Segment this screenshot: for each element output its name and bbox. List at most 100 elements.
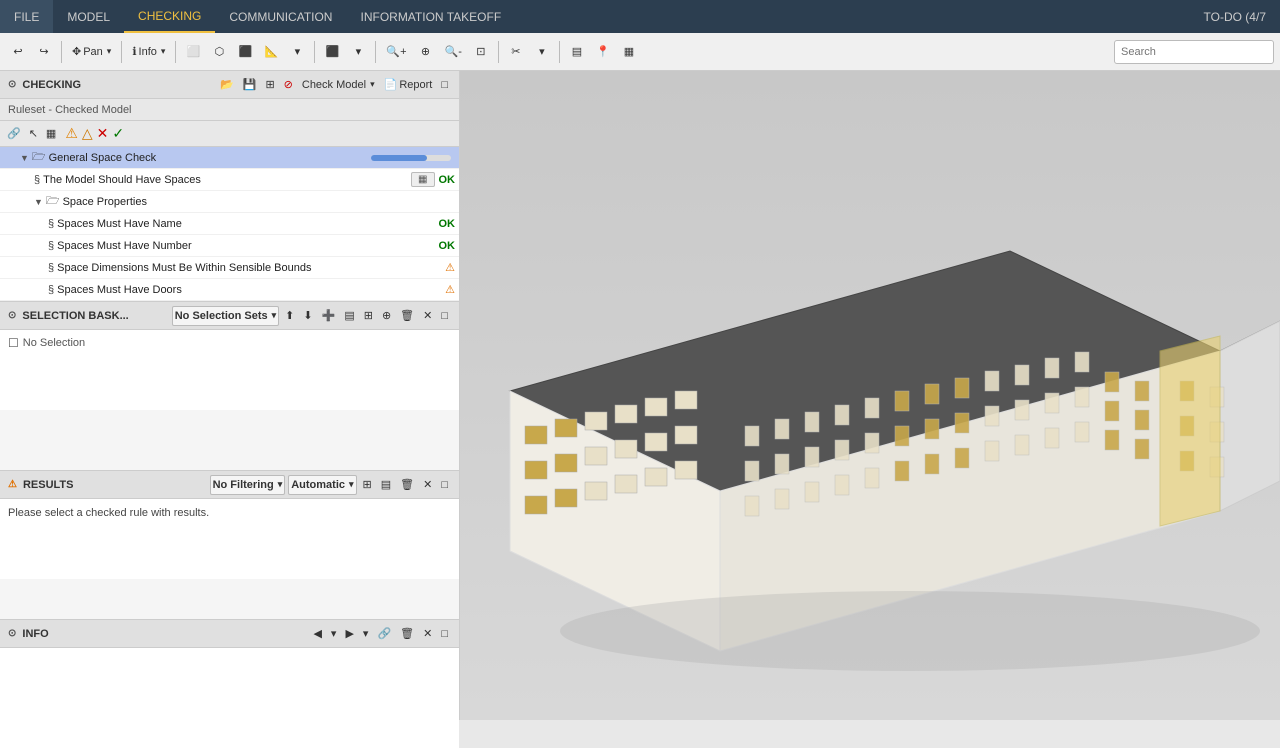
info-next2-btn[interactable]: ▾ bbox=[360, 626, 372, 641]
save-as-button[interactable]: ⊞ bbox=[262, 77, 277, 92]
select-lasso-button[interactable]: ⬡ bbox=[207, 38, 231, 66]
save-button[interactable]: 💾 bbox=[240, 77, 260, 92]
no-selection-sets-dropdown[interactable]: No Selection Sets ▾ bbox=[172, 306, 279, 326]
sel-del2-btn[interactable]: ✕ bbox=[420, 308, 435, 323]
info-dropdown-arrow: ▾ bbox=[161, 46, 166, 57]
error-filter-icon[interactable]: ✕ bbox=[97, 125, 109, 142]
results-max-btn[interactable]: □ bbox=[438, 478, 451, 492]
info-prev-btn[interactable]: ◀ bbox=[310, 626, 324, 641]
ok-filter-icon[interactable]: ✓ bbox=[112, 125, 124, 142]
toolbar-sep-1 bbox=[61, 41, 62, 63]
menu-information-takeoff[interactable]: INFORMATION TAKEOFF bbox=[346, 0, 515, 33]
layers-button[interactable]: ▤ bbox=[565, 38, 589, 66]
tree-item-label: Spaces Must Have Doors bbox=[57, 284, 445, 296]
display-button[interactable]: ▦ bbox=[617, 38, 641, 66]
check-model-dropdown: ▾ bbox=[370, 79, 375, 90]
select-all-button[interactable]: ⬛ bbox=[233, 38, 257, 66]
todo-indicator: TO-DO (4/7 bbox=[1204, 10, 1280, 24]
view-cube-button[interactable]: ⬛ bbox=[320, 38, 344, 66]
zoom-out-button[interactable]: 🔍- bbox=[440, 38, 467, 66]
checking-tree: ▼ 🗁 General Space Check § The Model Shou… bbox=[0, 147, 459, 301]
report-button[interactable]: 📄 Report bbox=[381, 77, 436, 92]
search-input[interactable] bbox=[1114, 40, 1274, 64]
info-dropdown-btn[interactable]: ▾ bbox=[328, 626, 340, 641]
measure-dropdown[interactable]: ▾ bbox=[285, 38, 309, 66]
view-dropdown-button[interactable]: ▾ bbox=[346, 38, 370, 66]
sel-del-btn[interactable]: 🗑 bbox=[397, 308, 417, 323]
info-title: INFO bbox=[22, 628, 48, 640]
undo-button[interactable]: ↩ bbox=[6, 38, 30, 66]
filtering-arrow: ▾ bbox=[278, 479, 283, 490]
tree-row[interactable]: § Spaces Must Have Doors ⚠ bbox=[0, 279, 459, 301]
sel-copy-btn[interactable]: ⊕ bbox=[379, 308, 394, 323]
info-max-btn[interactable]: □ bbox=[438, 627, 451, 641]
selection-section: ⊙ SELECTION BASK... No Selection Sets ▾ … bbox=[0, 302, 459, 471]
sel-list-btn[interactable]: ▤ bbox=[341, 308, 357, 323]
sel-down-btn[interactable]: ⬇ bbox=[300, 308, 315, 323]
sel-filter-btn[interactable]: ⊞ bbox=[361, 308, 376, 323]
ck-cursor-btn[interactable]: ↖ bbox=[26, 126, 41, 141]
zoom-in-button[interactable]: 🔍+ bbox=[381, 38, 411, 66]
tree-row[interactable]: § Space Dimensions Must Be Within Sensib… bbox=[0, 257, 459, 279]
results-del-btn[interactable]: 🗑 bbox=[397, 477, 417, 492]
results-empty-area bbox=[0, 579, 459, 619]
checking-header: ⊙ CHECKING 📂 💾 ⊞ ⊘ Check Model ▾ 📄 bbox=[0, 71, 459, 99]
sel-max-btn[interactable]: □ bbox=[438, 309, 451, 323]
checking-maximize-button[interactable]: □ bbox=[438, 78, 451, 92]
info-button[interactable]: ℹ Info ▾ bbox=[127, 38, 170, 66]
sel-up-btn[interactable]: ⬆ bbox=[282, 308, 297, 323]
check-model-button[interactable]: Check Model ▾ bbox=[299, 78, 378, 92]
tree-item-label: General Space Check bbox=[49, 152, 367, 164]
tree-rule-icon: § bbox=[34, 174, 40, 186]
redo-button[interactable]: ↪ bbox=[32, 38, 56, 66]
automatic-dropdown[interactable]: Automatic ▾ bbox=[288, 475, 356, 495]
info-link-btn[interactable]: 🔗 bbox=[374, 626, 394, 641]
no-filtering-dropdown[interactable]: No Filtering ▾ bbox=[210, 475, 286, 495]
tree-row[interactable]: ▼ 🗁 General Space Check bbox=[0, 147, 459, 169]
tree-folder-icon: 🗁 bbox=[46, 192, 60, 211]
tree-row[interactable]: § Spaces Must Have Name OK bbox=[0, 213, 459, 235]
no-selection-row: ☐ No Selection bbox=[8, 334, 451, 352]
select-box-button[interactable]: ⬜ bbox=[181, 38, 205, 66]
results-del2-btn[interactable]: ✕ bbox=[420, 477, 435, 492]
no-selection-sets-label: No Selection Sets bbox=[175, 310, 268, 322]
results-group-btn[interactable]: ⊞ bbox=[360, 477, 375, 492]
tree-row[interactable]: § The Model Should Have Spaces ▦ OK bbox=[0, 169, 459, 191]
menu-communication[interactable]: COMMUNICATION bbox=[215, 0, 346, 33]
menu-model[interactable]: MODEL bbox=[53, 0, 124, 33]
main-toolbar: ↩ ↪ ✥ Pan ▾ ℹ Info ▾ ⬜ ⬡ ⬛ 📐 ▾ ⬛ ▾ 🔍+ ⊕ … bbox=[0, 33, 1280, 71]
measure-button[interactable]: 📐 bbox=[259, 38, 283, 66]
progress-bar-fill bbox=[371, 155, 427, 161]
viewport[interactable]: 3D bbox=[460, 71, 1280, 720]
toolbar-sep-7 bbox=[559, 41, 560, 63]
ck-link-btn[interactable]: 🔗 bbox=[4, 126, 24, 141]
ck-table-btn[interactable]: ▦ bbox=[43, 126, 59, 141]
info-del-btn[interactable]: 🗑 bbox=[397, 626, 417, 641]
toolbar-sep-2 bbox=[121, 41, 122, 63]
sel-add-btn[interactable]: ➕ bbox=[319, 308, 339, 323]
ruleset-bar: Ruleset - Checked Model bbox=[0, 99, 459, 121]
pan-button[interactable]: ✥ Pan ▾ bbox=[67, 38, 116, 66]
warn2-filter-icon[interactable]: △ bbox=[82, 125, 93, 142]
results-list-btn[interactable]: ▤ bbox=[378, 477, 394, 492]
tree-row[interactable]: ▼ 🗁 Space Properties bbox=[0, 191, 459, 213]
tree-row[interactable]: § Spaces Must Have Number OK bbox=[0, 235, 459, 257]
zoom-fit-button[interactable]: ⊡ bbox=[469, 38, 493, 66]
pan-icon: ✥ bbox=[72, 45, 81, 58]
info-section-toolbar: ◀ ▾ ▶ ▾ 🔗 🗑 ✕ □ bbox=[310, 626, 451, 641]
info-next-btn[interactable]: ▶ bbox=[342, 626, 356, 641]
geo-button[interactable]: 📍 bbox=[591, 38, 615, 66]
report-icon: 📄 bbox=[384, 78, 398, 91]
info-del2-btn[interactable]: ✕ bbox=[420, 626, 435, 641]
warn-filter-icon[interactable]: ⚠ bbox=[65, 125, 78, 142]
menu-file[interactable]: FILE bbox=[0, 0, 53, 33]
menu-checking[interactable]: CHECKING bbox=[124, 0, 215, 33]
tree-item-label: Spaces Must Have Number bbox=[57, 240, 438, 252]
open-folder-button[interactable]: 📂 bbox=[217, 77, 237, 92]
snap-dropdown[interactable]: ▾ bbox=[530, 38, 554, 66]
results-warn-icon: ⚠ bbox=[8, 479, 17, 490]
stop-button[interactable]: ⊘ bbox=[281, 77, 296, 92]
zoom-box-button[interactable]: ⊕ bbox=[414, 38, 438, 66]
snap-button[interactable]: ✂ bbox=[504, 38, 528, 66]
checking-section-toolbar: 📂 💾 ⊞ ⊘ Check Model ▾ 📄 Report □ bbox=[217, 77, 451, 92]
